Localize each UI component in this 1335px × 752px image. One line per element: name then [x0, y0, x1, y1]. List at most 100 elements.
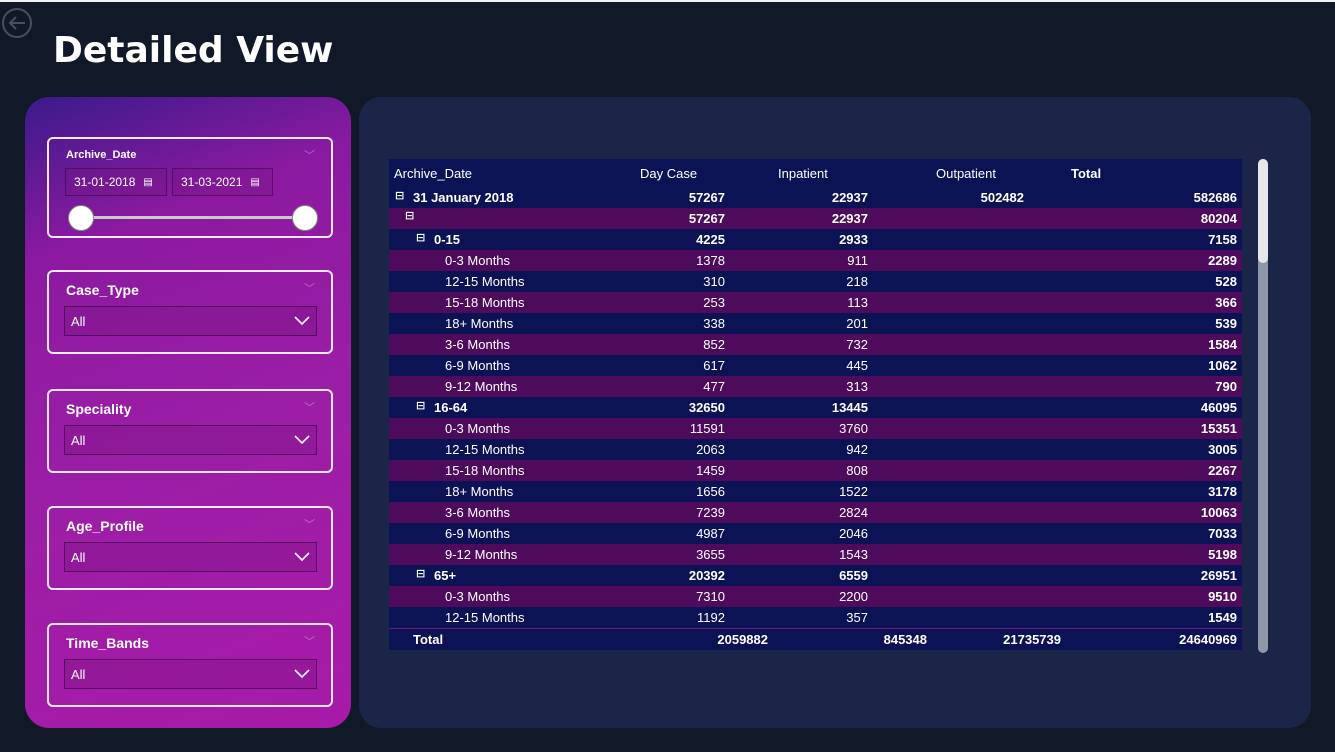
- table-row: 18+ Months 1656 1522 3178: [389, 481, 1242, 502]
- cell-inpatient: 911: [847, 253, 868, 268]
- cell-inpatient: 2933: [839, 232, 868, 247]
- row-label: 18+ Months: [445, 484, 514, 499]
- back-arrow-icon[interactable]: [2, 8, 32, 38]
- matrix-panel: Archive_Date Day Case Inpatient Outpatie…: [359, 97, 1311, 728]
- range-end-handle[interactable]: [292, 205, 318, 231]
- table-row: 12-15 Months 1192 357 1549: [389, 607, 1242, 628]
- chevron-down-icon: [294, 669, 310, 679]
- chevron-down-icon: ﹀: [304, 402, 315, 414]
- row-label: 65+: [434, 568, 457, 583]
- matrix-header: Archive_Date Day Case Inpatient Outpatie…: [389, 159, 1242, 187]
- cell-inpatient: 445: [846, 358, 868, 373]
- cell-day-case: 310: [703, 274, 725, 289]
- collapse-toggle-icon[interactable]: ⊟: [416, 231, 425, 244]
- cell-total: 46095: [1200, 400, 1237, 415]
- total-total: 24640969: [1179, 632, 1237, 647]
- cell-inpatient: 732: [846, 337, 868, 352]
- cell-day-case: 253: [703, 295, 725, 310]
- chevron-down-icon: [294, 316, 310, 326]
- cell-day-case: 57267: [688, 211, 725, 226]
- cell-day-case: 338: [703, 316, 725, 331]
- total-inpatient: 845348: [883, 632, 927, 647]
- total-outpatient: 21735739: [1003, 632, 1061, 647]
- time-bands-slicer: Time_Bands ﹀ All: [47, 623, 333, 707]
- cell-day-case: 852: [703, 337, 725, 352]
- cell-total: 2289: [1208, 253, 1237, 268]
- cell-day-case: 1192: [697, 610, 725, 625]
- cell-total: 528: [1215, 274, 1237, 289]
- row-label: 0-3 Months: [445, 253, 511, 268]
- table-row: 3-6 Months 852 732 1584: [389, 334, 1242, 355]
- range-start-handle[interactable]: [68, 205, 94, 231]
- matrix-table: Archive_Date Day Case Inpatient Outpatie…: [389, 159, 1242, 650]
- collapse-toggle-icon[interactable]: ⊟: [395, 189, 404, 202]
- cell-total: 790: [1215, 379, 1237, 394]
- cell-total: 2267: [1208, 463, 1237, 478]
- case-type-dropdown[interactable]: All: [64, 306, 317, 336]
- cell-inpatient: 22937: [831, 190, 868, 205]
- header-total[interactable]: Total: [1071, 166, 1101, 181]
- cell-inpatient: 201: [846, 316, 868, 331]
- header-inpatient[interactable]: Inpatient: [778, 166, 828, 181]
- cell-total: 366: [1215, 295, 1237, 310]
- speciality-dropdown[interactable]: All: [64, 425, 317, 455]
- table-row: ⊟ 16-64 32650 13445 46095: [389, 397, 1242, 418]
- matrix-body: ⊟ 31 January 2018 57267 22937 502482 582686 ⊟ 5…: [389, 187, 1242, 628]
- row-label: 12-15 Months: [445, 442, 525, 457]
- header-outpatient[interactable]: Outpatient: [936, 166, 996, 181]
- speciality-value: All: [71, 432, 86, 448]
- table-row: ⊟ 57267 22937 80204: [389, 208, 1242, 229]
- table-row: 6-9 Months 617 445 1062: [389, 355, 1242, 376]
- cell-total: 15351: [1200, 421, 1237, 436]
- row-label: 15-18 Months: [445, 295, 525, 310]
- table-row: ⊟ 31 January 2018 57267 22937 502482 582686: [389, 187, 1242, 208]
- cell-day-case: 3655: [696, 547, 725, 562]
- scrollbar-thumb[interactable]: [1258, 159, 1268, 263]
- cell-total: 80204: [1200, 211, 1237, 226]
- vertical-scrollbar[interactable]: [1258, 159, 1268, 653]
- arrow-left-icon: [8, 16, 25, 30]
- total-label: Total: [413, 632, 444, 647]
- start-date-input[interactable]: 31-01-2018 ▤: [65, 168, 167, 196]
- cell-total: 5198: [1208, 547, 1237, 562]
- row-label: 9-12 Months: [445, 547, 518, 562]
- chevron-down-icon: [294, 435, 310, 445]
- cell-inpatient: 2046: [839, 526, 868, 541]
- chevron-down-icon: ﹀: [304, 150, 315, 162]
- speciality-title: Speciality: [66, 401, 132, 417]
- table-row: 12-15 Months 2063 942 3005: [389, 439, 1242, 460]
- filter-panel: Archive_Date ﹀ 31-01-2018 ▤ 31-03-2021 ▤…: [25, 97, 351, 728]
- row-label: 31 January 2018: [413, 190, 514, 205]
- cell-day-case: 477: [703, 379, 725, 394]
- end-date-input[interactable]: 31-03-2021 ▤: [172, 168, 273, 196]
- calendar-icon[interactable]: ▤: [143, 177, 152, 188]
- age-profile-dropdown[interactable]: All: [64, 542, 317, 572]
- cell-day-case: 32650: [688, 400, 725, 415]
- cell-inpatient: 357: [846, 610, 868, 625]
- case-type-title: Case_Type: [66, 282, 139, 298]
- collapse-toggle-icon[interactable]: ⊟: [416, 567, 425, 580]
- cell-total: 539: [1215, 316, 1237, 331]
- date-range-track[interactable]: [81, 216, 305, 219]
- collapse-toggle-icon[interactable]: ⊟: [416, 399, 425, 412]
- calendar-icon[interactable]: ▤: [250, 177, 259, 188]
- cell-day-case: 1459: [696, 463, 725, 478]
- row-label: 15-18 Months: [445, 463, 525, 478]
- end-date-value: 31-03-2021: [181, 175, 243, 189]
- cell-inpatient: 313: [846, 379, 868, 394]
- chevron-down-icon: ﹀: [304, 283, 315, 295]
- total-day-case: 2059882: [717, 632, 768, 647]
- header-archive-date[interactable]: Archive_Date: [394, 166, 472, 181]
- cell-day-case: 20392: [688, 568, 725, 583]
- cell-total: 3005: [1208, 442, 1237, 457]
- cell-day-case: 7310: [696, 589, 725, 604]
- cell-day-case: 11591: [689, 421, 725, 436]
- time-bands-dropdown[interactable]: All: [64, 659, 317, 689]
- table-row: 12-15 Months 310 218 528: [389, 271, 1242, 292]
- cell-total: 1584: [1208, 337, 1237, 352]
- cell-day-case: 617: [703, 358, 725, 373]
- collapse-toggle-icon[interactable]: ⊟: [405, 209, 414, 222]
- row-label: 18+ Months: [445, 316, 514, 331]
- header-day-case[interactable]: Day Case: [640, 166, 697, 181]
- top-border: [0, 0, 1335, 2]
